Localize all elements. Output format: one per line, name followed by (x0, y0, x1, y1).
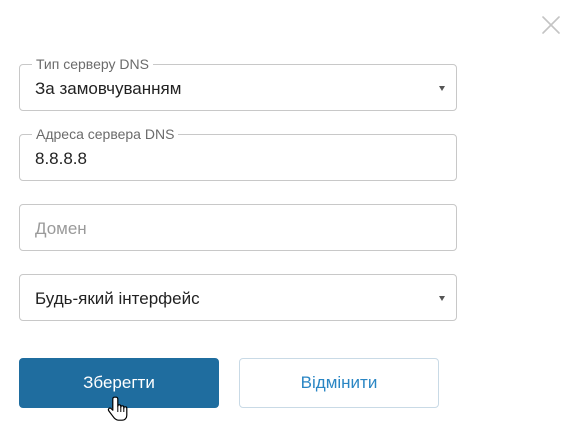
close-button[interactable] (540, 14, 562, 36)
interface-select[interactable]: Будь-який інтерфейс (19, 274, 457, 321)
close-icon (542, 16, 560, 34)
dns-settings-dialog: Тип серверу DNS За замовчуванням Адреса … (0, 0, 576, 430)
domain-placeholder: Домен (35, 219, 87, 238)
dns-server-address-label: Адреса сервера DNS (32, 126, 179, 142)
dns-server-address-field[interactable]: Адреса сервера DNS 8.8.8.8 (19, 126, 457, 181)
dns-server-type-value: За замовчуванням (35, 79, 182, 98)
chevron-down-icon (439, 86, 445, 91)
interface-value: Будь-який інтерфейс (35, 289, 200, 308)
save-button[interactable]: Зберегти (19, 358, 219, 408)
dns-server-address-value: 8.8.8.8 (35, 149, 87, 168)
cancel-button[interactable]: Відмінити (239, 358, 439, 408)
domain-field[interactable]: Домен (19, 204, 457, 251)
chevron-down-icon (439, 296, 445, 301)
dns-server-type-label: Тип серверу DNS (32, 56, 153, 72)
dns-server-type-select[interactable]: Тип серверу DNS За замовчуванням (19, 56, 457, 111)
